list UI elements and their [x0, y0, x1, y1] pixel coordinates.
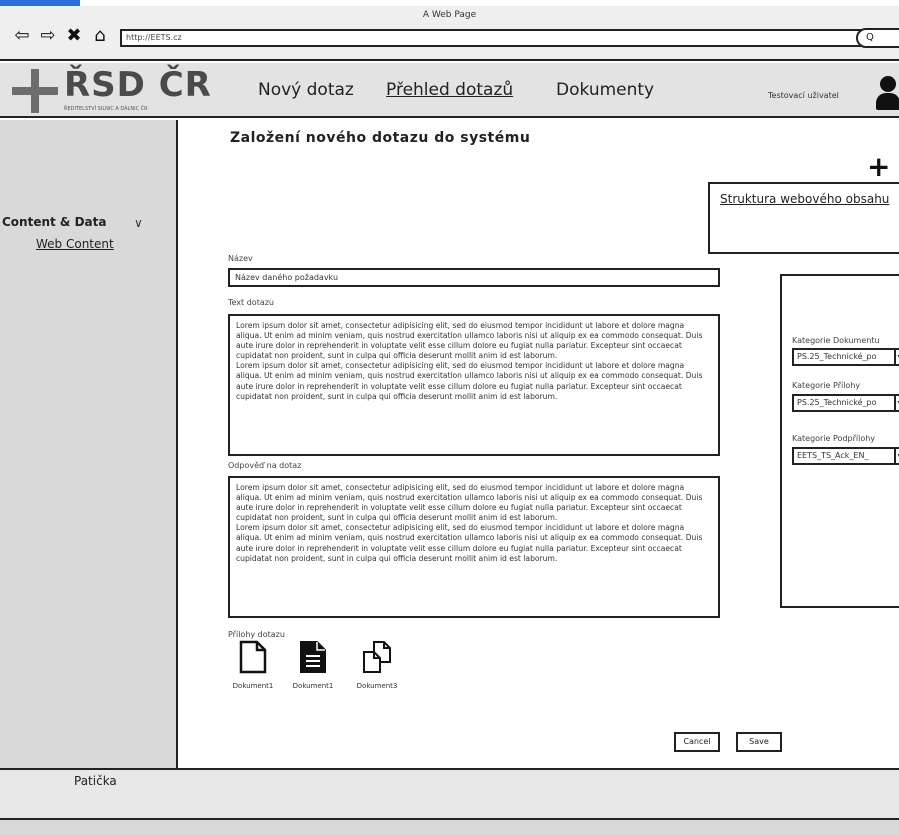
attachment-category-select[interactable]: PS.25_Technické_po ▾ — [792, 394, 899, 412]
attachment-name: Dokument3 — [356, 682, 398, 690]
dropdown-arrow-icon[interactable]: ▾ — [894, 449, 899, 463]
attachment-item[interactable]: Dokument1 — [288, 640, 338, 690]
nav-item-new-query[interactable]: Nový dotaz — [258, 80, 354, 100]
footer: Patička — [0, 768, 899, 820]
home-icon[interactable]: ⌂ — [90, 26, 110, 46]
attachment-category-label: Kategorie Přílohy — [792, 381, 861, 390]
attachment-item[interactable]: Dokument1 — [228, 640, 278, 690]
subattachment-category-select[interactable]: EETS_TS_Ack_EN_ ▾ — [792, 447, 899, 465]
category-panel: Kategorie Dokumentu PS.25_Technické_po ▾… — [780, 274, 899, 608]
file-text-icon — [300, 641, 326, 673]
nav-item-query-overview[interactable]: Přehled dotazů — [386, 80, 513, 100]
name-input[interactable]: Název daného požadavku — [228, 268, 720, 287]
footer-label: Patička — [74, 774, 117, 788]
logo-subtitle: ŘEDITELSTVÍ SILNIC A DÁLNIC ČR — [64, 106, 148, 112]
close-icon[interactable]: ✖ — [64, 26, 84, 46]
subattachment-category-value: EETS_TS_Ack_EN_ — [797, 451, 869, 460]
user-name[interactable]: Testovací uživatel — [768, 91, 839, 100]
file-outline-icon — [239, 640, 267, 674]
bottom-bar — [0, 820, 899, 835]
page-title: Založení nového dotazu do systému — [230, 130, 531, 146]
answer-label: Odpověď na dotaz — [228, 461, 302, 470]
question-textarea[interactable]: Lorem ipsum dolor sit amet, consectetur … — [228, 314, 720, 456]
answer-paragraph: Lorem ipsum dolor sit amet, consectetur … — [236, 523, 703, 563]
question-label: Text dotazu — [228, 298, 275, 307]
main-content: Založení nového dotazu do systému + Stru… — [180, 120, 899, 768]
dropdown-arrow-icon[interactable]: ▾ — [894, 350, 899, 364]
files-copy-icon — [363, 641, 391, 673]
question-paragraph: Lorem ipsum dolor sit amet, consectetur … — [236, 321, 703, 361]
logo-cross-icon — [12, 69, 58, 115]
back-icon[interactable]: ⇦ — [12, 26, 32, 46]
browser-search[interactable]: Q — [856, 28, 899, 48]
subattachment-category-label: Kategorie Podpřílohy — [792, 434, 876, 443]
answer-textarea[interactable]: Lorem ipsum dolor sit amet, consectetur … — [228, 476, 720, 618]
logo[interactable]: ŘSD ČR ŘEDITELSTVÍ SILNIC A DÁLNIC ČR — [8, 65, 211, 115]
forward-icon[interactable]: ⇨ — [38, 26, 58, 46]
structure-panel: Struktura webového obsahu — [708, 182, 899, 254]
window-title: A Web Page — [422, 10, 477, 20]
attachment-name: Dokument1 — [292, 682, 334, 690]
sidebar-item-web-content[interactable]: Web Content — [36, 237, 114, 251]
attachment-category-value: PS.25_Technické_po — [797, 398, 877, 407]
browser-chrome: A Web Page ⇦ ⇨ ✖ ⌂ http://EETS.cz Q — [0, 6, 899, 61]
cancel-button[interactable]: Cancel — [674, 732, 720, 752]
attachment-item[interactable]: Dokument3 — [352, 640, 402, 690]
browser-nav: ⇦ ⇨ ✖ ⌂ — [12, 26, 110, 46]
add-icon[interactable]: + — [867, 153, 890, 181]
user-avatar-icon[interactable] — [876, 76, 899, 112]
sidebar: Content & Data ∨ Web Content — [0, 120, 178, 768]
attachment-name: Dokument1 — [232, 682, 274, 690]
nav-item-documents[interactable]: Dokumenty — [556, 80, 654, 100]
url-bar[interactable]: http://EETS.cz — [120, 29, 870, 47]
question-paragraph: Lorem ipsum dolor sit amet, consectetur … — [236, 361, 703, 401]
doc-category-label: Kategorie Dokumentu — [792, 336, 880, 345]
chevron-down-icon[interactable]: ∨ — [134, 216, 143, 230]
doc-category-value: PS.25_Technické_po — [797, 352, 877, 361]
answer-paragraph: Lorem ipsum dolor sit amet, consectetur … — [236, 483, 703, 523]
doc-category-select[interactable]: PS.25_Technické_po ▾ — [792, 348, 899, 366]
attachments-label: Přílohy dotazu — [228, 630, 285, 639]
name-label: Název — [228, 254, 253, 263]
logo-text: ŘSD ČR — [64, 65, 212, 105]
sidebar-group-content-data[interactable]: Content & Data — [2, 215, 106, 229]
app-header: ŘSD ČR ŘEDITELSTVÍ SILNIC A DÁLNIC ČR No… — [0, 63, 899, 118]
save-button[interactable]: Save — [736, 732, 782, 752]
structure-link[interactable]: Struktura webového obsahu — [720, 192, 889, 206]
dropdown-arrow-icon[interactable]: ▾ — [894, 396, 899, 410]
